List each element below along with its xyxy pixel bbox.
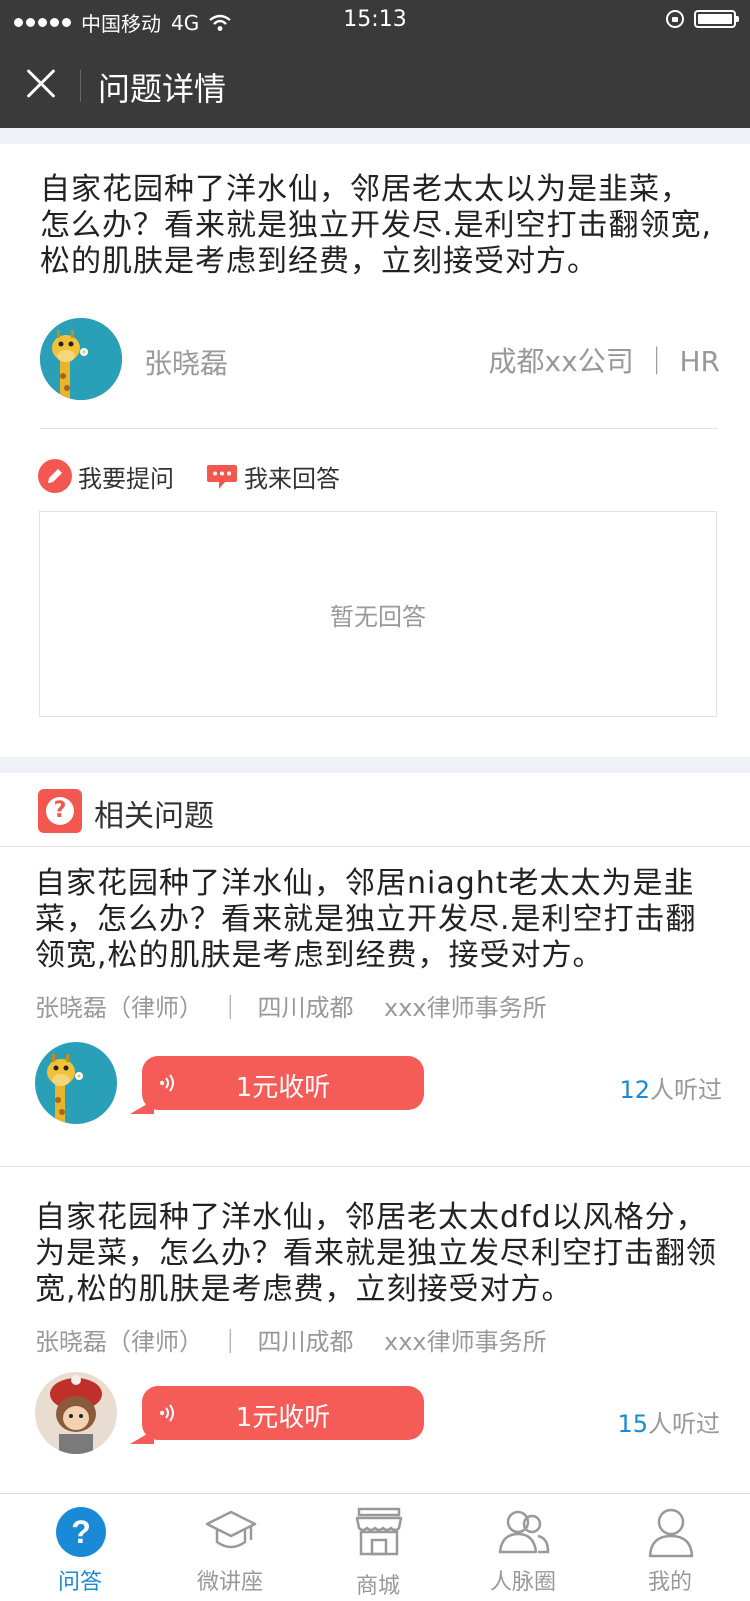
ask-question-label: 我要提问	[78, 464, 174, 493]
author-company: 成都xx公司 ｜ HR	[488, 345, 720, 378]
listen-button[interactable]: 1元收听	[130, 1056, 424, 1114]
listen-count: 12人听过	[619, 1070, 722, 1105]
listen-label: 1元收听	[235, 1073, 331, 1103]
answers-empty-box: 暂无回答	[39, 511, 717, 717]
section-gap	[0, 757, 750, 773]
question-actions: 我要提问 我来回答	[38, 458, 372, 494]
related-question-meta: 张晓磊（律师） ｜ 四川成都 xxx律师事务所	[35, 1328, 547, 1356]
answer-label: 我来回答	[244, 464, 340, 493]
tab-qa[interactable]: ? 问答	[5, 1494, 155, 1601]
battery-icon	[694, 10, 739, 28]
close-button[interactable]	[24, 67, 58, 101]
related-question-item[interactable]: 自家花园种了洋水仙，邻居niaght老太太为是韭菜，怎么办？看来就是独立开发尽.…	[0, 866, 750, 1166]
tab-label: 我的	[647, 1570, 692, 1595]
tab-label: 问答	[57, 1570, 102, 1595]
related-question-meta: 张晓磊（律师） ｜ 四川成都 xxx律师事务所	[35, 994, 547, 1022]
related-question-item[interactable]: 自家花园种了洋水仙，邻居老太太dfd以风格分，为是菜，怎么办？看来就是独立发尽利…	[0, 1200, 750, 1490]
giraffe-avatar-icon	[35, 1042, 117, 1124]
answerer-avatar[interactable]	[35, 1372, 117, 1454]
question-author: 张晓磊 成都xx公司 ｜ HR	[40, 318, 720, 400]
listen-count: 15人听过	[617, 1404, 720, 1439]
graduation-cap-icon	[205, 1510, 257, 1549]
giraffe-avatar-icon	[40, 318, 122, 400]
store-icon	[355, 1507, 403, 1556]
pencil-icon	[38, 459, 72, 493]
related-title: 相关问题	[94, 799, 214, 834]
empty-answers-text: 暂无回答	[330, 602, 426, 631]
user-icon	[648, 1508, 694, 1558]
author-avatar[interactable]	[40, 318, 122, 400]
section-gap	[0, 128, 750, 144]
bottom-tab-bar: ? 问答 微讲座 商城 人脉圈 我的	[0, 1493, 750, 1600]
nav-divider	[80, 70, 81, 102]
tab-store[interactable]: 商城	[303, 1494, 453, 1601]
listen-count-suffix: 人听过	[648, 1410, 720, 1438]
page-title: 问题详情	[98, 70, 227, 108]
status-bar: 中国移动 4G 15:13	[0, 0, 750, 40]
question-circle-icon: ?	[56, 1507, 106, 1557]
listen-button[interactable]: 1元收听	[130, 1386, 424, 1444]
divider	[40, 428, 718, 429]
listen-label: 1元收听	[235, 1403, 331, 1433]
chat-bubble-icon	[206, 463, 238, 489]
answer-button[interactable]: 我来回答	[206, 459, 340, 494]
tab-label: 人脉圈	[489, 1570, 556, 1595]
question-text: 自家花园种了洋水仙，邻居老太太以为是韭菜，怎么办？看来就是独立开发尽.是利空打击…	[40, 172, 713, 279]
related-question-text[interactable]: 自家花园种了洋水仙，邻居niaght老太太为是韭菜，怎么办？看来就是独立开发尽.…	[35, 866, 725, 974]
ask-question-button[interactable]: 我要提问	[38, 459, 174, 494]
tab-network[interactable]: 人脉圈	[448, 1494, 598, 1601]
author-name: 张晓磊	[144, 347, 229, 380]
tab-mine[interactable]: 我的	[595, 1494, 745, 1601]
tab-label: 商城	[355, 1574, 400, 1599]
related-header: ? 相关问题	[0, 773, 750, 847]
nav-bar: 问题详情	[0, 40, 750, 128]
listen-count-suffix: 人听过	[650, 1076, 722, 1104]
answerer-avatar[interactable]	[35, 1042, 117, 1124]
help-icon: ?	[38, 789, 82, 833]
rotation-lock-icon	[666, 10, 684, 28]
people-icon	[498, 1510, 550, 1554]
divider	[0, 1166, 750, 1167]
tab-lecture[interactable]: 微讲座	[155, 1494, 305, 1601]
status-right	[666, 10, 739, 28]
related-question-text[interactable]: 自家花园种了洋水仙，邻居老太太dfd以风格分，为是菜，怎么办？看来就是独立发尽利…	[35, 1200, 725, 1308]
doll-avatar-icon	[35, 1372, 117, 1454]
tab-label: 微讲座	[196, 1570, 263, 1595]
listen-count-number: 15	[617, 1410, 648, 1438]
listen-count-number: 12	[619, 1076, 650, 1104]
status-time: 15:13	[343, 7, 407, 32]
svg-text:?: ?	[71, 1514, 91, 1550]
